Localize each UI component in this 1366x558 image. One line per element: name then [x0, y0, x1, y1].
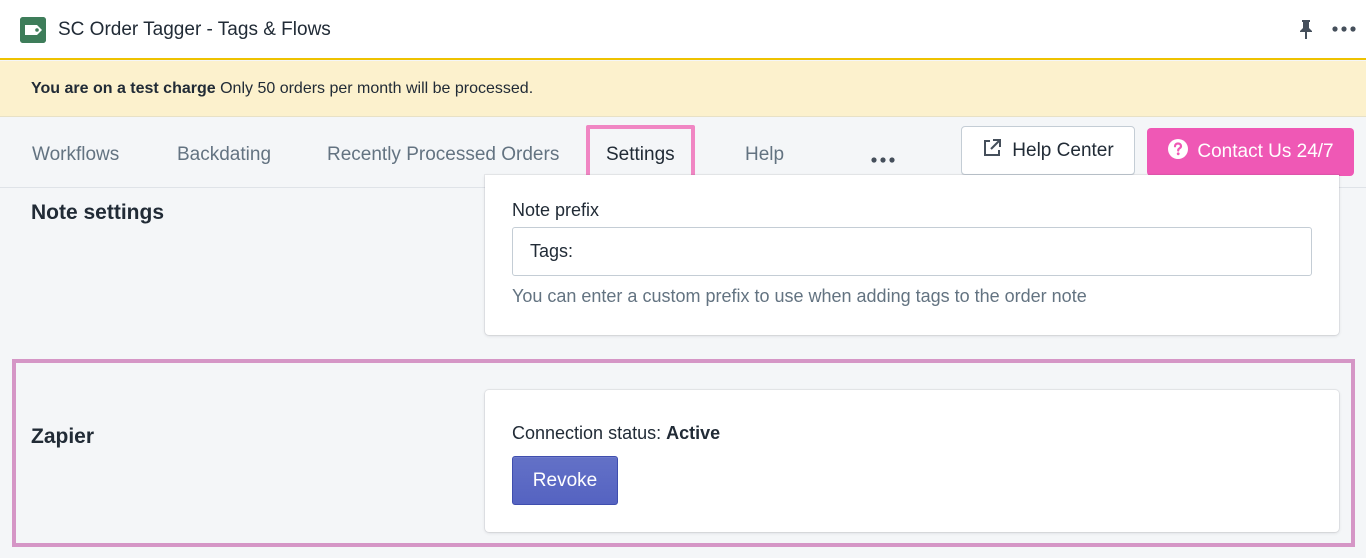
app-title: SC Order Tagger - Tags & Flows	[58, 19, 331, 40]
note-settings-title: Note settings	[31, 201, 165, 224]
zapier-title: Zapier	[31, 425, 95, 448]
app-titlebar: SC Order Tagger - Tags & Flows	[0, 0, 1366, 60]
external-link-icon	[982, 138, 1002, 164]
banner-bold-text: You are on a test charge	[31, 80, 216, 97]
tab-backdating[interactable]: Backdating	[177, 144, 271, 166]
note-prefix-help-text: You can enter a custom prefix to use whe…	[512, 286, 1087, 306]
banner-text: Only 50 orders per month will be process…	[215, 80, 534, 97]
help-center-button[interactable]: Help Center	[961, 126, 1135, 175]
pin-icon[interactable]	[1296, 18, 1316, 40]
contact-us-button[interactable]: Contact Us 24/7	[1147, 128, 1354, 176]
revoke-button[interactable]: Revoke	[512, 456, 618, 505]
tab-recently-processed-orders[interactable]: Recently Processed Orders	[327, 144, 559, 166]
test-charge-banner: You are on a test charge Only 50 orders …	[0, 61, 1366, 117]
tab-help[interactable]: Help	[745, 144, 784, 166]
help-center-label: Help Center	[1012, 139, 1114, 161]
connection-status: Connection status: Active	[512, 423, 720, 444]
tab-workflows[interactable]: Workflows	[32, 144, 119, 166]
tag-icon	[20, 17, 46, 43]
connection-status-label: Connection status:	[512, 423, 667, 443]
more-horizontal-icon[interactable]	[870, 151, 896, 163]
banner-message: You are on a test charge Only 50 orders …	[31, 80, 533, 98]
question-circle-icon	[1167, 138, 1189, 166]
note-settings-card: Note prefix You can enter a custom prefi…	[485, 175, 1339, 335]
zapier-card: Connection status: Active Revoke	[485, 390, 1339, 532]
note-prefix-input[interactable]	[512, 227, 1312, 276]
contact-us-label: Contact Us 24/7	[1197, 141, 1334, 162]
note-prefix-label: Note prefix	[512, 200, 600, 220]
more-horizontal-icon[interactable]	[1330, 20, 1358, 38]
connection-status-value: Active	[666, 423, 721, 443]
